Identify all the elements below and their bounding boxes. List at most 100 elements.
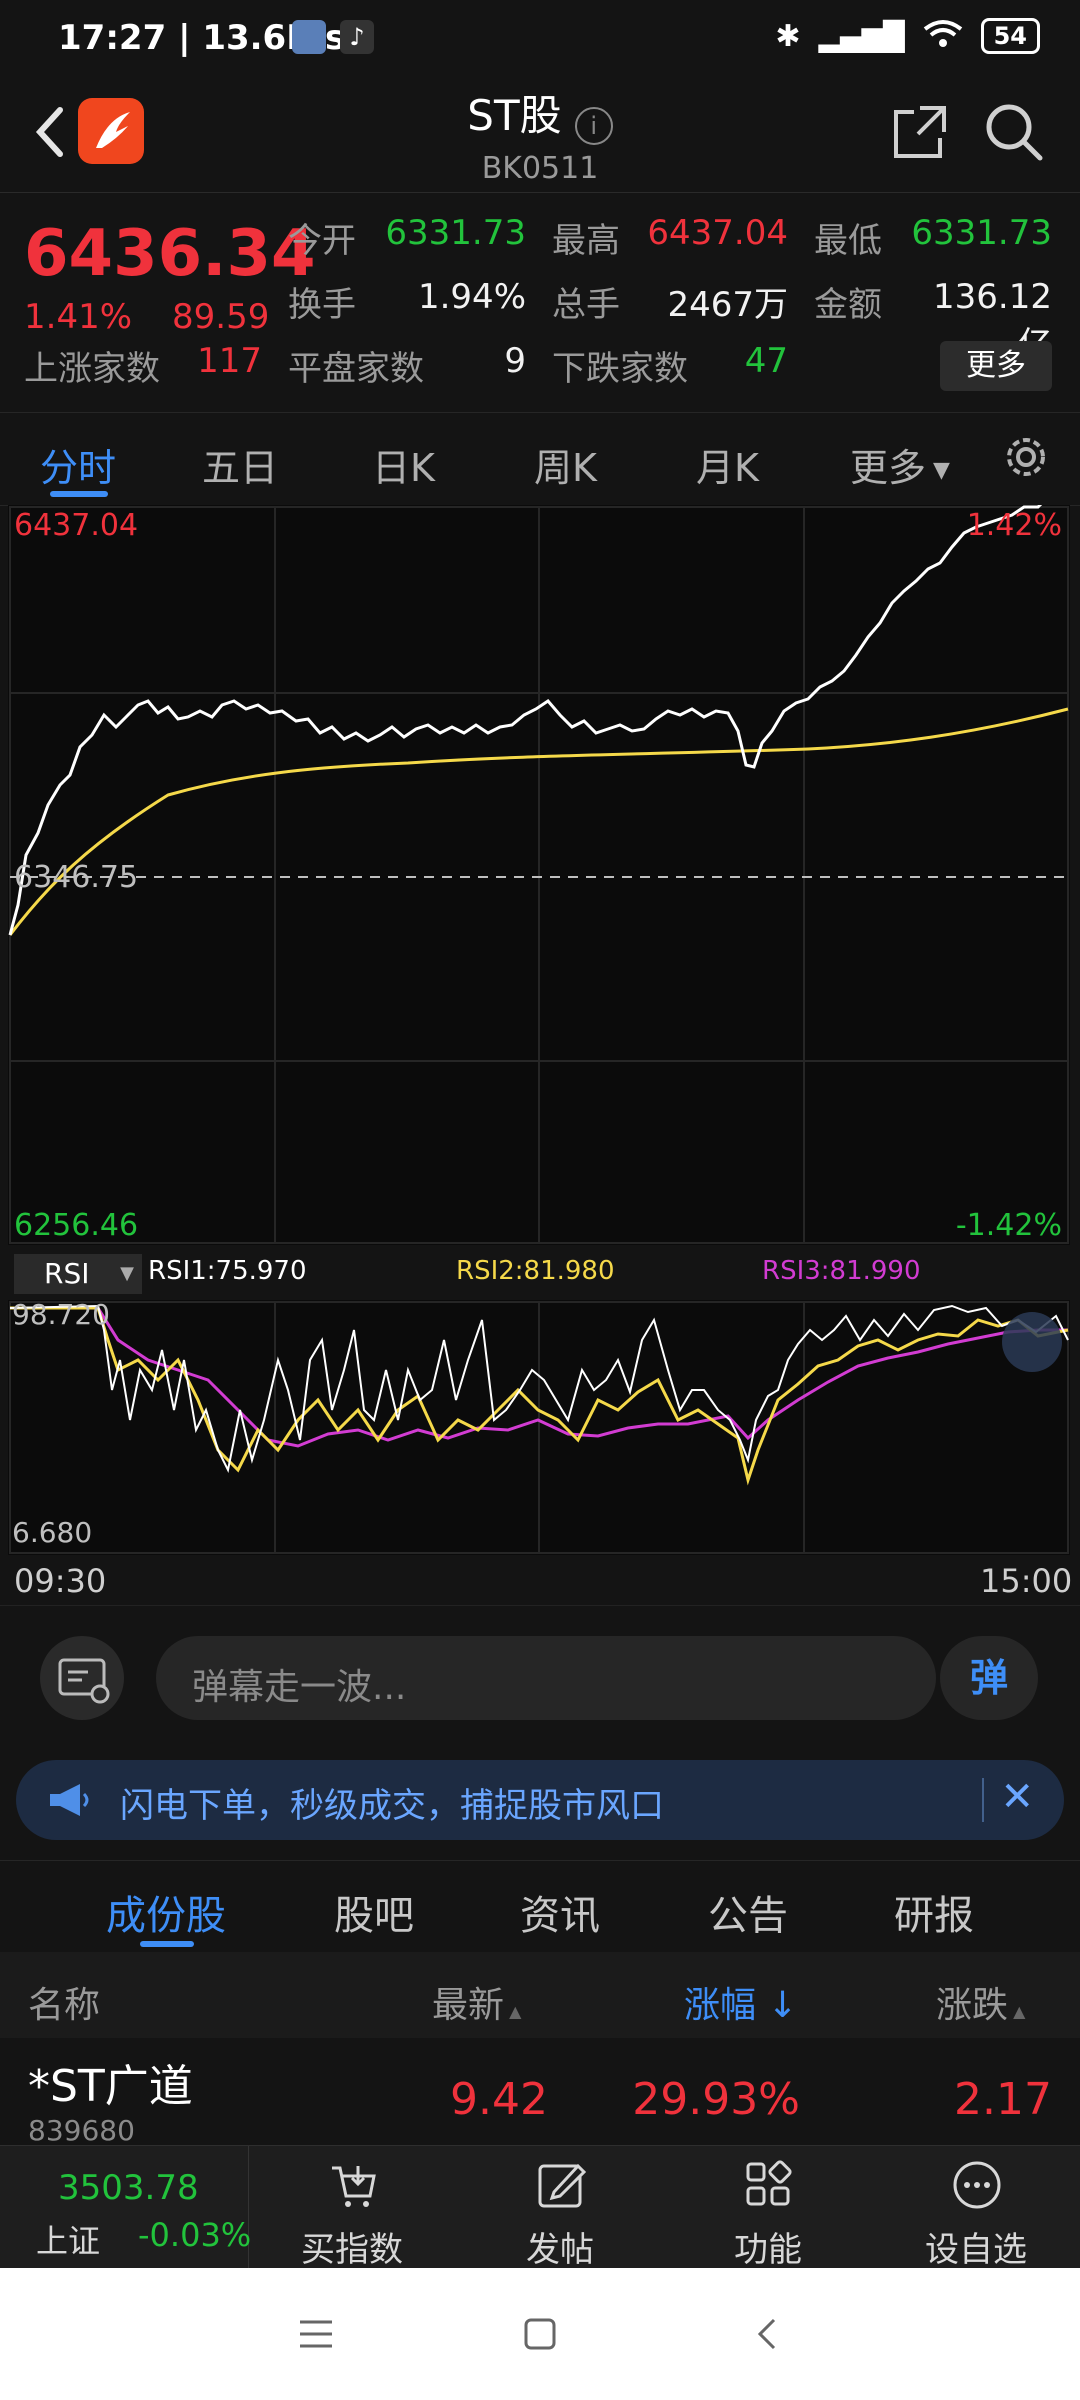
tab-news[interactable]: 资讯 bbox=[520, 1883, 600, 1941]
index-pct: -0.03% bbox=[138, 2216, 252, 2254]
constituent-tabs: 成份股 股吧 资讯 公告 研报 bbox=[0, 1860, 1080, 1953]
gear-icon bbox=[1007, 438, 1045, 476]
tab-forum[interactable]: 股吧 bbox=[334, 1883, 414, 1941]
chart-bottom-price: 6256.46 bbox=[14, 1208, 138, 1243]
close-icon[interactable]: ✕ bbox=[1000, 1774, 1034, 1820]
high-value: 6437.04 bbox=[647, 213, 788, 253]
rsi3-value: RSI3:81.990 bbox=[762, 1256, 921, 1286]
chevron-left-icon bbox=[35, 107, 63, 157]
col-change[interactable]: 涨跌 ▲ bbox=[936, 1976, 1025, 2028]
low-label: 最低 bbox=[814, 221, 882, 261]
low-value: 6331.73 bbox=[911, 213, 1052, 253]
more-details-button[interactable]: 更多 bbox=[940, 341, 1052, 391]
menu-icon[interactable] bbox=[296, 2316, 336, 2352]
index-ticker[interactable]: 3503.78 上证 -0.03% bbox=[0, 2146, 252, 2268]
bluetooth-icon: ✱ bbox=[775, 18, 801, 54]
cart-icon bbox=[332, 2166, 376, 2207]
volume-value: 2467万 bbox=[667, 285, 788, 325]
list-tab-underline bbox=[140, 1941, 194, 1947]
danmu-input[interactable]: 弹幕走一波... bbox=[156, 1636, 936, 1720]
sort-icon: ▲ bbox=[504, 2002, 522, 2021]
status-bar: 17:27 | 13.6K/s ♪ ✱ ▂▄▆█ 54 bbox=[0, 0, 1080, 80]
table-row[interactable]: *ST广道 839680 9.42 29.93% 2.17 bbox=[0, 2040, 1080, 2150]
tab-monthly-k[interactable]: 月K bbox=[696, 437, 759, 492]
chart-start-time: 09:30 bbox=[14, 1562, 107, 1600]
col-name: 名称 bbox=[28, 1985, 101, 2026]
share-button[interactable] bbox=[890, 102, 950, 166]
open-label: 今开 bbox=[288, 221, 356, 261]
comment-settings-button[interactable] bbox=[40, 1636, 124, 1720]
tab-more-periods[interactable]: 更多 ▼ bbox=[850, 437, 950, 492]
tab-constituents[interactable]: 成份股 bbox=[106, 1883, 226, 1941]
amount-label: 金额 bbox=[814, 285, 882, 325]
table-header: 名称 最新 ▲ 涨幅 ↓ 涨跌 ▲ bbox=[0, 1952, 1080, 2038]
sort-icon: ▲ bbox=[1008, 2002, 1026, 2021]
search-button[interactable] bbox=[982, 100, 1046, 168]
tab-weekly-k[interactable]: 周K bbox=[534, 437, 597, 492]
tab-five-day[interactable]: 五日 bbox=[202, 437, 278, 492]
rsi-chart[interactable]: 98.720 6.680 bbox=[8, 1300, 1070, 1555]
col-pct[interactable]: 涨幅 ↓ bbox=[684, 1976, 798, 2028]
buy-index-button[interactable]: 买指数 bbox=[252, 2146, 452, 2270]
add-watchlist-label: 设自选 bbox=[925, 2230, 1027, 2270]
megaphone-icon bbox=[50, 1784, 89, 1816]
col-latest[interactable]: 最新 ▲ bbox=[432, 1976, 521, 2028]
rsi2-value: RSI2:81.980 bbox=[456, 1256, 615, 1286]
rsi-min-label: 6.680 bbox=[12, 1516, 92, 1549]
battery-indicator: 54 bbox=[980, 18, 1040, 54]
stock-code: 839680 bbox=[28, 2114, 135, 2147]
advancers-value: 117 bbox=[197, 341, 262, 381]
indicator-select[interactable]: RSI ▼ bbox=[14, 1254, 142, 1294]
search-icon bbox=[986, 104, 1043, 161]
functions-button[interactable]: 功能 bbox=[668, 2146, 868, 2270]
tiktok-icon: ♪ bbox=[340, 20, 374, 54]
period-tabs: 分时 五日 日K 周K 月K 更多 ▼ bbox=[0, 412, 1080, 506]
stock-name: *ST广道 bbox=[28, 2061, 193, 2112]
intraday-chart[interactable]: 6437.04 1.42% 6346.75 6256.46 -1.42% bbox=[8, 505, 1070, 1245]
chart-fullscreen-button[interactable] bbox=[1002, 1312, 1062, 1372]
danmu-toggle-button[interactable]: 弹 bbox=[940, 1636, 1038, 1720]
more-circle-icon bbox=[953, 2161, 1001, 2209]
tab-more-label: 更多 bbox=[850, 446, 927, 490]
rsi-max-label: 98.720 bbox=[12, 1300, 110, 1331]
chart-settings-button[interactable] bbox=[1000, 431, 1052, 487]
page-title: ST股 bbox=[467, 91, 562, 140]
price-change: 89.59 bbox=[172, 297, 270, 337]
comment-settings-icon bbox=[58, 1658, 110, 1704]
col-change-label: 涨跌 bbox=[936, 1985, 1009, 2026]
chart-top-price: 6437.04 bbox=[14, 508, 138, 543]
back-nav-icon[interactable] bbox=[748, 2314, 788, 2354]
promo-banner[interactable]: 闪电下单，秒级成交，捕捉股市风口 ✕ bbox=[16, 1760, 1064, 1840]
home-icon[interactable] bbox=[520, 2314, 560, 2354]
post-button[interactable]: 发帖 bbox=[460, 2146, 660, 2270]
chart-end-time: 15:00 bbox=[980, 1562, 1073, 1600]
edit-icon bbox=[538, 2163, 587, 2208]
chart-mid-price: 6346.75 bbox=[14, 860, 138, 895]
add-watchlist-button[interactable]: 设自选 bbox=[876, 2146, 1076, 2270]
back-button[interactable] bbox=[26, 102, 76, 162]
chart-bottom-pct: -1.42% bbox=[956, 1208, 1062, 1243]
tab-announcements[interactable]: 公告 bbox=[708, 1883, 788, 1941]
promo-text: 闪电下单，秒级成交，捕捉股市风口 bbox=[120, 1786, 664, 1826]
comment-row: 弹幕走一波... 弹 bbox=[0, 1605, 1080, 1746]
app-logo[interactable] bbox=[78, 98, 144, 164]
stock-change: 2.17 bbox=[954, 2074, 1052, 2125]
quote-panel: 6436.34 1.41% 89.59 今开 6331.73 最高 6437.0… bbox=[0, 192, 1080, 411]
turnover-label: 换手 bbox=[288, 285, 356, 325]
price-change-pct: 1.41% bbox=[24, 297, 133, 337]
tab-daily-k[interactable]: 日K bbox=[372, 437, 435, 492]
indicator-select-label: RSI bbox=[44, 1257, 90, 1290]
turnover-value: 1.94% bbox=[417, 277, 526, 317]
signal-icon: ▂▄▆█ bbox=[818, 19, 905, 53]
tab-research[interactable]: 研报 bbox=[894, 1883, 974, 1941]
status-icons: ✱ ▂▄▆█ 54 bbox=[775, 18, 1040, 54]
stock-latest: 9.42 bbox=[450, 2074, 548, 2125]
advancers-label: 上涨家数 bbox=[24, 349, 160, 389]
gear-notification-icon bbox=[292, 20, 326, 54]
banner-divider bbox=[982, 1778, 984, 1822]
info-icon[interactable]: i bbox=[574, 106, 613, 145]
tab-intraday[interactable]: 分时 bbox=[40, 437, 116, 492]
decliners-label: 下跌家数 bbox=[552, 349, 688, 389]
col-latest-label: 最新 bbox=[432, 1985, 505, 2026]
share-icon bbox=[894, 106, 946, 158]
